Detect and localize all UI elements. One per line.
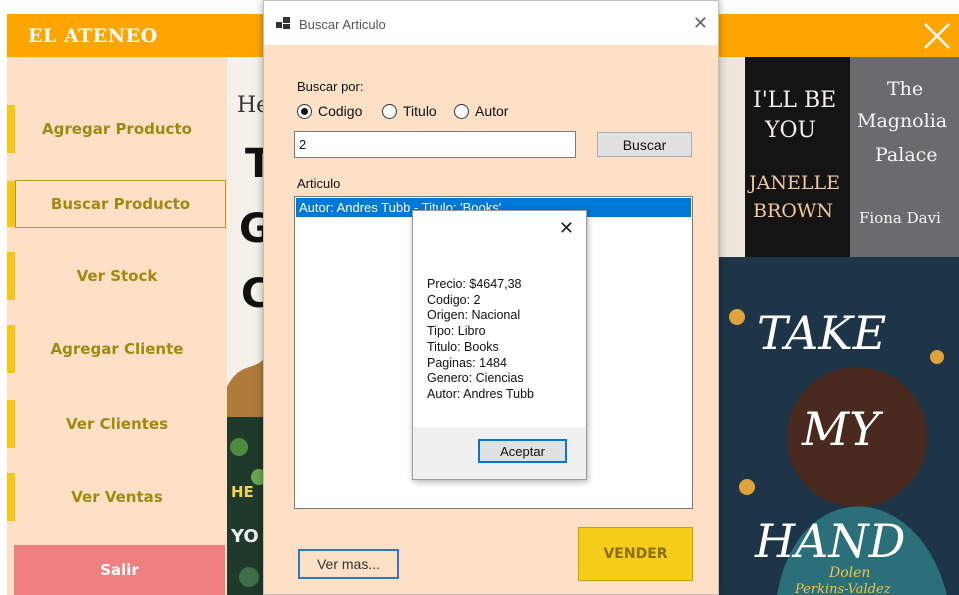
close-icon[interactable] <box>919 18 955 54</box>
book-cover-text: HAND <box>754 514 905 568</box>
radio-indicator <box>454 103 469 119</box>
book-cover-text: MY <box>801 402 884 456</box>
message-line: Precio: $4647,38 <box>427 277 522 291</box>
nav-accent <box>7 105 15 153</box>
message-line: Genero: Ciencias <box>427 371 524 386</box>
radio-titulo[interactable]: Titulo <box>382 103 437 119</box>
book-cover-text: I'LL BE <box>753 88 836 113</box>
radio-autor[interactable]: Autor <box>454 103 508 119</box>
message-line: Origen: Nacional <box>427 308 521 323</box>
book-cover-text: Dolen <box>828 565 870 581</box>
nav-label: Agregar Producto <box>42 120 192 138</box>
book-cover-text: Fiona Davi <box>859 209 941 227</box>
search-input[interactable] <box>294 131 576 158</box>
nav-accent <box>7 181 15 227</box>
nav-agregar-cliente-button[interactable]: Agregar Cliente <box>7 325 227 373</box>
radio-indicator <box>297 103 312 119</box>
radio-label: Titulo <box>403 103 437 119</box>
window-icon <box>276 17 290 29</box>
nav-label: Ver Clientes <box>66 415 168 433</box>
nav-ver-clientes-button[interactable]: Ver Clientes <box>7 400 227 448</box>
message-box: ✕ Precio: $4647,38 Codigo: 2 Origen: Nac… <box>412 210 587 480</box>
dialog-title: Buscar Articulo <box>299 17 386 32</box>
radio-label: Autor <box>475 103 509 119</box>
nav-accent <box>7 400 15 448</box>
nav-accent <box>7 325 15 373</box>
dialog-title-bar: Buscar Articulo ✕ <box>264 1 718 45</box>
nav-label: Agregar Cliente <box>50 340 184 358</box>
message-line: Tipo: Libro <box>427 324 486 339</box>
nav-label: Buscar Producto <box>50 195 191 213</box>
book-cover-text: HE <box>231 483 254 501</box>
message-footer: Aceptar <box>413 427 586 479</box>
book-collage-right: I'LL BE YOU JANELLE BROWN The Magnolia P… <box>717 57 959 595</box>
book-cover-text: Magnolia <box>857 110 947 132</box>
book-cover-text: Palace <box>875 144 938 166</box>
book-cover-text: TAKE <box>757 306 886 360</box>
message-line: Titulo: Books <box>427 339 499 354</box>
book-cover-text: Perkins-Valdez <box>794 582 891 595</box>
book-cover-text: BROWN <box>753 200 833 222</box>
message-line: Codigo: 2 <box>427 292 481 307</box>
nav-agregar-producto-button[interactable]: Agregar Producto <box>7 105 227 153</box>
brand-title: EL ATENEO <box>28 25 158 47</box>
close-icon[interactable]: ✕ <box>559 219 574 237</box>
nav-ver-stock-button[interactable]: Ver Stock <box>7 252 227 300</box>
radio-label: Codigo <box>318 103 363 119</box>
list-label: Articulo <box>297 176 341 191</box>
book-cover-text: The <box>887 78 923 100</box>
message-line: Paginas: 1484 <box>427 355 507 370</box>
book-cover-text: YOU <box>764 118 816 143</box>
nav-accent <box>7 252 15 300</box>
book-cover-text: YO <box>230 526 259 547</box>
nav-label: Ver Stock <box>76 267 158 285</box>
close-icon[interactable]: ✕ <box>693 14 708 32</box>
search-button[interactable]: Buscar <box>597 132 692 157</box>
nav-buscar-producto-button[interactable]: Buscar Producto <box>7 180 226 228</box>
message-text: Precio: $4647,38 Codigo: 2 Origen: Nacio… <box>427 277 534 403</box>
exit-button[interactable]: Salir <box>14 545 225 595</box>
ok-button[interactable]: Aceptar <box>478 439 567 463</box>
book-cover-text: JANELLE <box>747 172 840 194</box>
more-button[interactable]: Ver mas... <box>298 549 399 579</box>
radio-indicator <box>382 103 397 119</box>
nav-label: Ver Ventas <box>71 488 163 506</box>
search-by-label: Buscar por: <box>297 79 364 94</box>
nav-accent <box>7 473 15 521</box>
message-line: Autor: Andres Tubb <box>427 386 535 401</box>
radio-codigo[interactable]: Codigo <box>297 103 362 119</box>
sidebar: Agregar Producto Buscar Producto Ver Sto… <box>7 57 227 595</box>
sell-button[interactable]: VENDER <box>578 527 693 581</box>
nav-ver-ventas-button[interactable]: Ver Ventas <box>7 473 227 521</box>
